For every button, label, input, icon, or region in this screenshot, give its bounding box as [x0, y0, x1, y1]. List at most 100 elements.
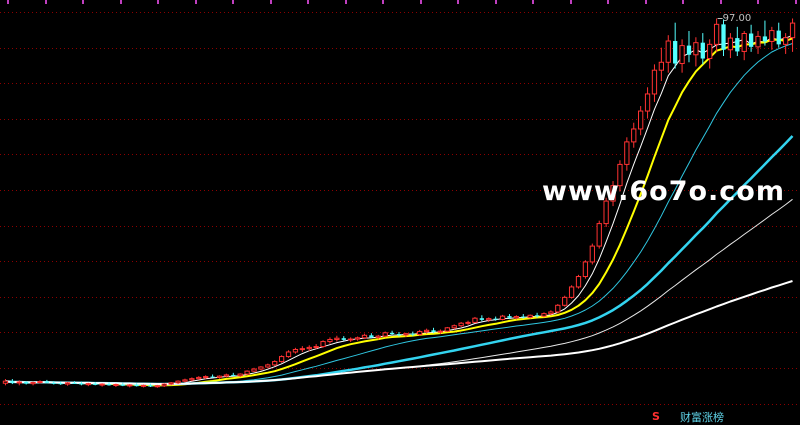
candle-body: [499, 315, 506, 320]
candlestick: [354, 336, 361, 341]
candlestick: [182, 378, 188, 383]
candle-body: [673, 41, 678, 64]
top-tick: [82, 0, 84, 4]
candlestick: [154, 384, 160, 388]
candlestick: [555, 304, 561, 314]
candlestick: [231, 372, 236, 377]
candle-body: [575, 276, 582, 288]
candle-body: [369, 335, 374, 338]
candle-body: [665, 40, 671, 63]
candle-body: [231, 374, 236, 376]
candle-body: [348, 338, 354, 341]
candlestick: [258, 366, 264, 371]
candlestick: [658, 47, 665, 82]
candle-body: [582, 261, 589, 278]
candlestick: [99, 383, 105, 387]
candlestick: [341, 336, 346, 341]
top-ticks: [7, 0, 797, 4]
candle-body: [458, 322, 464, 327]
candle-body: [686, 45, 692, 55]
candle-body: [382, 332, 388, 337]
s-marker: S: [652, 410, 660, 423]
top-tick: [757, 0, 759, 4]
candle-body: [735, 38, 740, 52]
candlestick: [465, 320, 471, 325]
candlestick: [769, 26, 775, 50]
candle-body: [375, 335, 381, 338]
candle-body: [79, 383, 84, 385]
candle-body: [278, 356, 285, 363]
top-tick: [607, 0, 609, 4]
candlestick: [589, 243, 595, 265]
candlestick: [10, 379, 15, 385]
candle-body: [762, 36, 768, 42]
watermark-text: www.6o7o.com: [542, 176, 785, 207]
top-tick: [232, 0, 234, 4]
candle-body: [244, 370, 250, 375]
candlestick: [361, 333, 368, 340]
top-tick: [120, 0, 122, 4]
candle-body: [444, 327, 450, 332]
candle-body: [134, 384, 139, 387]
candle-body: [423, 329, 430, 333]
candlestick: [127, 384, 133, 388]
top-tick: [645, 0, 647, 4]
candlestick: [755, 31, 761, 54]
candle-body: [472, 317, 478, 323]
candlestick: [776, 22, 781, 48]
candle-body: [410, 333, 415, 335]
candle-body: [148, 385, 153, 387]
top-tick: [345, 0, 347, 4]
candlestick: [278, 355, 285, 363]
candle-body: [251, 368, 257, 372]
candlestick: [721, 19, 726, 57]
candlestick: [320, 340, 326, 348]
bottom-marker-text: 财富涨榜: [680, 411, 724, 424]
candlestick: [693, 37, 699, 67]
candle-body: [783, 37, 789, 45]
candle-body: [624, 141, 630, 165]
candle-body: [30, 381, 36, 385]
candle-body: [789, 22, 796, 39]
top-tick: [720, 0, 722, 4]
candlestick: [2, 379, 9, 386]
candlestick: [244, 370, 250, 375]
candle-body: [37, 381, 43, 384]
candle-body: [693, 42, 699, 56]
candlestick: [292, 347, 299, 354]
candlestick: [210, 374, 215, 378]
candle-body: [479, 318, 484, 320]
candle-body: [113, 383, 119, 386]
candle-body: [161, 383, 167, 387]
top-tick: [795, 0, 797, 4]
candle-body: [555, 304, 561, 313]
candle-body: [748, 33, 754, 47]
candlestick: [458, 321, 464, 327]
candle-body: [769, 30, 775, 42]
candle-body: [741, 33, 747, 52]
top-tick: [420, 0, 422, 4]
candlestick: [265, 363, 271, 369]
candle-body: [465, 321, 471, 324]
candle-body: [216, 375, 223, 378]
candlestick: [472, 316, 478, 324]
top-tick: [7, 0, 9, 4]
candle-body: [64, 382, 71, 385]
candlestick: [748, 24, 754, 52]
candlestick: [596, 220, 602, 249]
candle-body: [548, 311, 554, 315]
candle-body: [16, 381, 22, 384]
candlestick: [700, 33, 705, 65]
candle-body: [2, 380, 9, 384]
candle-body: [396, 334, 402, 336]
candle-body: [258, 366, 264, 370]
candle-body: [292, 348, 299, 353]
candlestick: [499, 314, 506, 321]
candlestick: [85, 382, 91, 387]
top-tick: [307, 0, 309, 4]
candle-body: [389, 332, 395, 335]
max-price-label: 97.00: [722, 12, 752, 24]
candle-body: [354, 337, 361, 340]
candle-body: [58, 383, 63, 385]
candle-body: [313, 346, 319, 349]
